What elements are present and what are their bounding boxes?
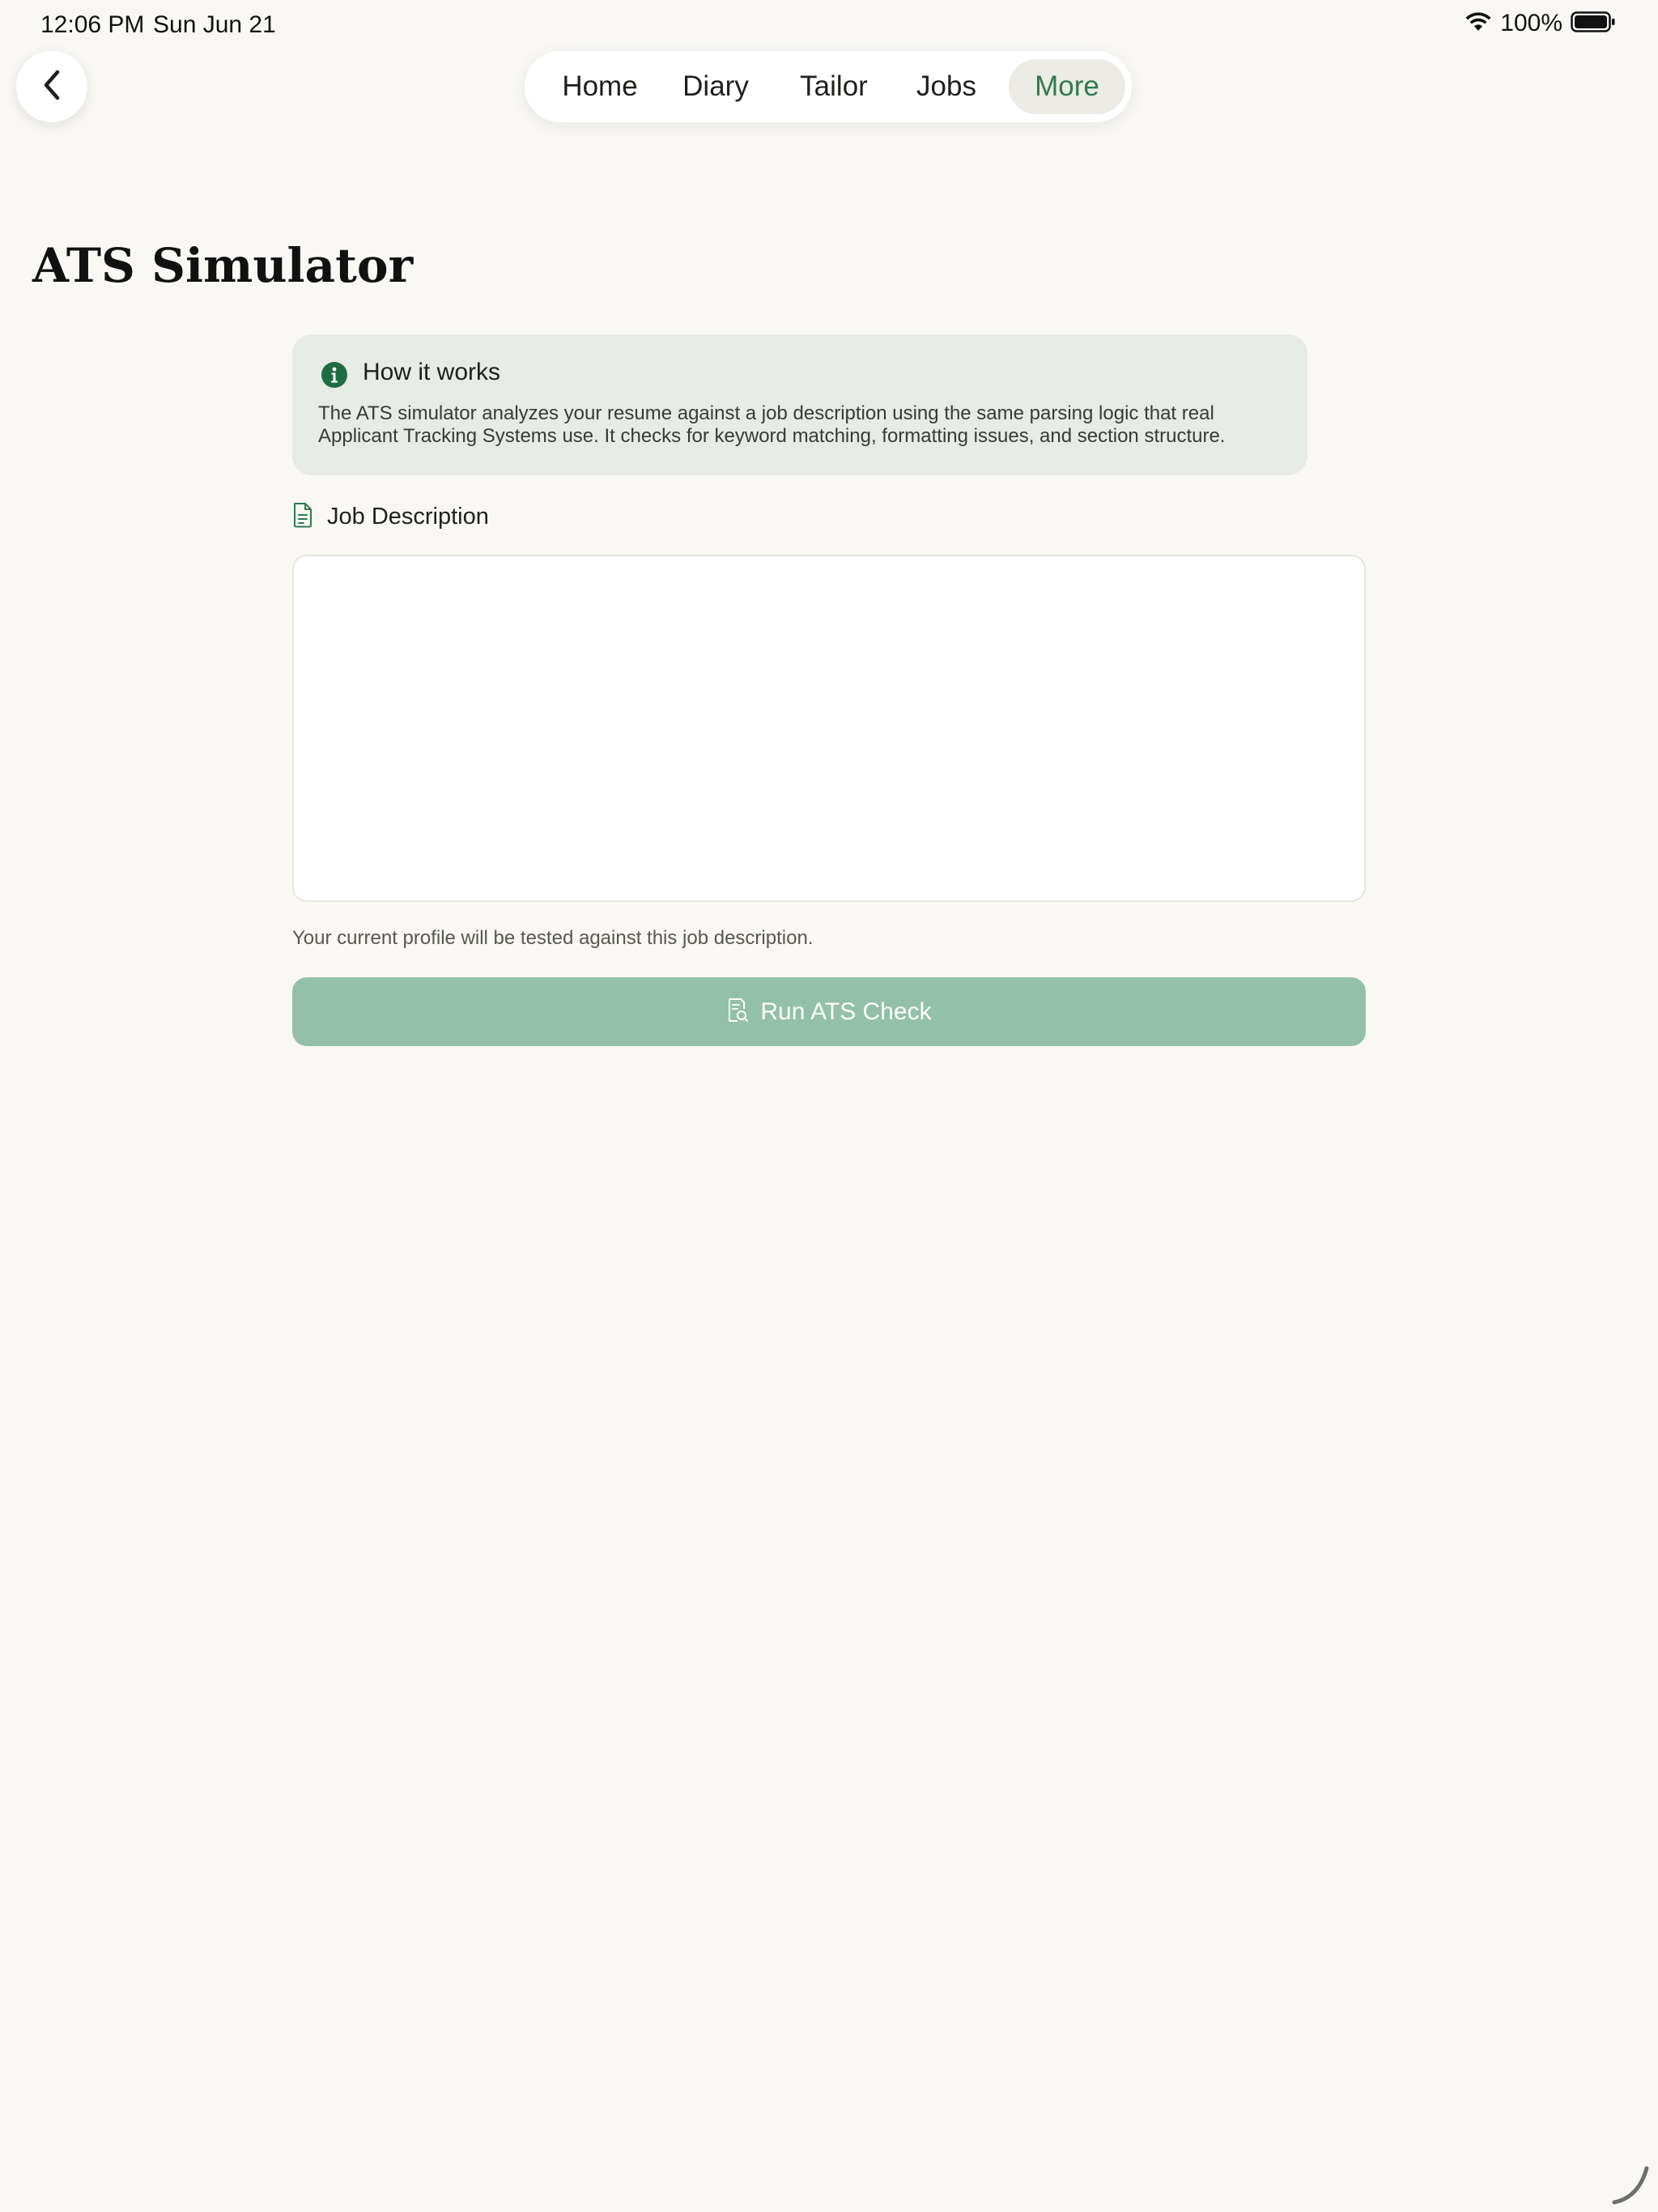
document-search-icon: [726, 998, 749, 1026]
battery-icon: [1571, 11, 1616, 37]
job-description-label-row: Job Description: [292, 500, 489, 533]
job-description-input[interactable]: [292, 555, 1366, 902]
how-it-works-card: How it works The ATS simulator analyzes …: [292, 334, 1307, 475]
status-date: Sun Jun 21: [153, 11, 276, 38]
back-button[interactable]: [16, 51, 87, 122]
job-description-helper-text: Your current profile will be tested agai…: [292, 927, 814, 949]
status-time: 12:06 PM: [40, 11, 145, 38]
run-ats-check-button[interactable]: Run ATS Check: [292, 977, 1366, 1046]
page-title: ATS Simulator: [32, 238, 414, 293]
tab-home[interactable]: Home: [546, 59, 654, 114]
tab-jobs[interactable]: Jobs: [897, 59, 996, 114]
tab-tailor[interactable]: Tailor: [779, 59, 889, 114]
chevron-left-icon: [38, 67, 66, 107]
wifi-icon: [1465, 11, 1492, 36]
tab-more[interactable]: More: [1009, 59, 1125, 114]
status-bar: 12:06 PM Sun Jun 21 100%: [0, 0, 1658, 52]
tab-diary[interactable]: Diary: [665, 59, 766, 114]
info-card-title: How it works: [363, 359, 501, 385]
home-indicator: [1609, 2163, 1652, 2206]
status-indicators: 100%: [1465, 10, 1616, 37]
document-icon: [292, 502, 313, 532]
run-ats-check-label: Run ATS Check: [760, 998, 932, 1025]
info-icon: [321, 361, 348, 389]
job-description-label: Job Description: [327, 503, 489, 530]
info-card-text: The ATS simulator analyzes your resume a…: [318, 402, 1226, 447]
top-tab-bar: Home Diary Tailor Jobs More: [525, 51, 1132, 122]
battery-percentage: 100%: [1500, 10, 1562, 36]
